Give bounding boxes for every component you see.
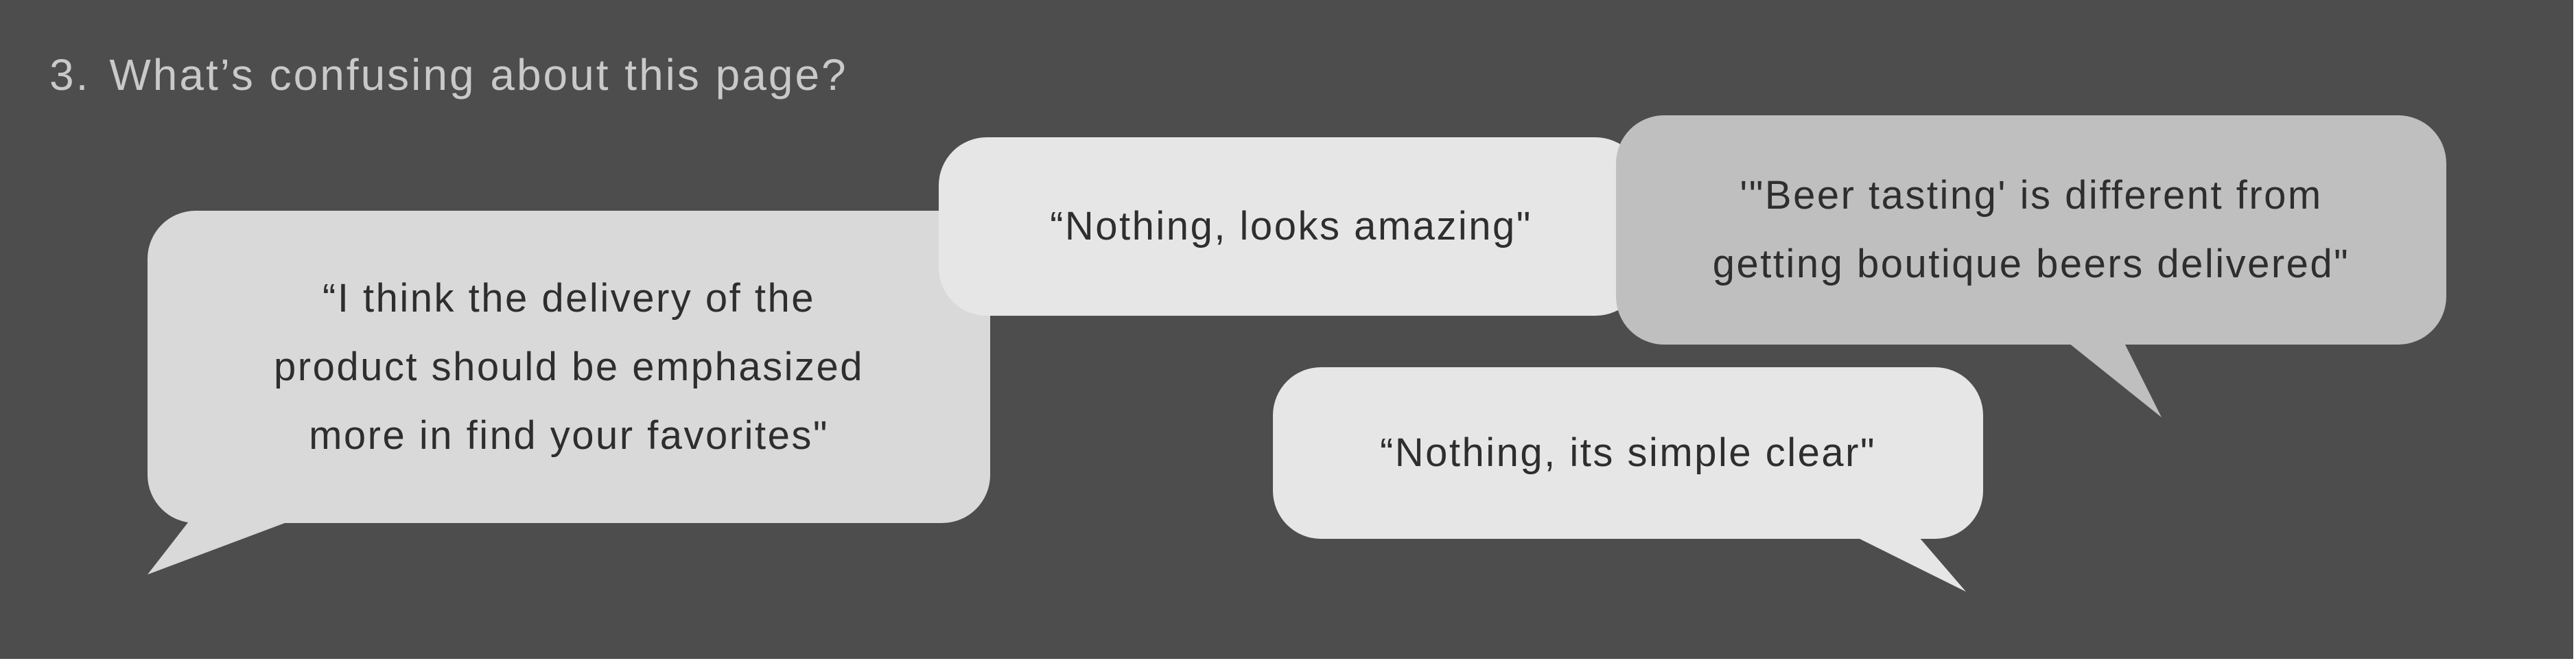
question-heading: 3. What’s confusing about this page? [49,49,848,100]
bubble-text-line: product should be emphasized [274,344,864,389]
bubble-text: “I think the delivery of the product sho… [274,264,864,470]
speech-bubble-body: '"Beer tasting' is different from gettin… [1616,115,2446,345]
survey-slide: 3. What’s confusing about this page? “I t… [0,0,2573,659]
speech-bubble-beer-tasting: '"Beer tasting' is different from gettin… [1616,115,2446,417]
speech-bubble-looks-amazing: “Nothing, looks amazing" [939,137,1643,316]
speech-bubble-body: “Nothing, looks amazing" [939,137,1643,316]
bubble-text-line: “Nothing, its simple clear" [1379,430,1877,475]
bubble-text-line: more in find your favorites" [309,413,829,458]
speech-bubble-delivery: “I think the delivery of the product sho… [148,211,990,575]
speech-bubble-body: “Nothing, its simple clear" [1273,367,1983,539]
bubble-text: '"Beer tasting' is different from gettin… [1713,161,2350,299]
question-text: What’s confusing about this page? [109,50,848,100]
bubble-text-line: getting boutique beers delivered" [1712,242,2350,286]
speech-bubble-body: “I think the delivery of the product sho… [148,211,990,523]
bubble-text-line: “I think the delivery of the [323,275,815,321]
speech-bubble-simple-clear: “Nothing, its simple clear" [1273,367,1983,592]
bubble-text-line: “Nothing, looks amazing" [1050,204,1532,248]
question-number: 3. [49,50,91,100]
bubble-text-line: '"Beer tasting' is different from [1740,173,2323,218]
